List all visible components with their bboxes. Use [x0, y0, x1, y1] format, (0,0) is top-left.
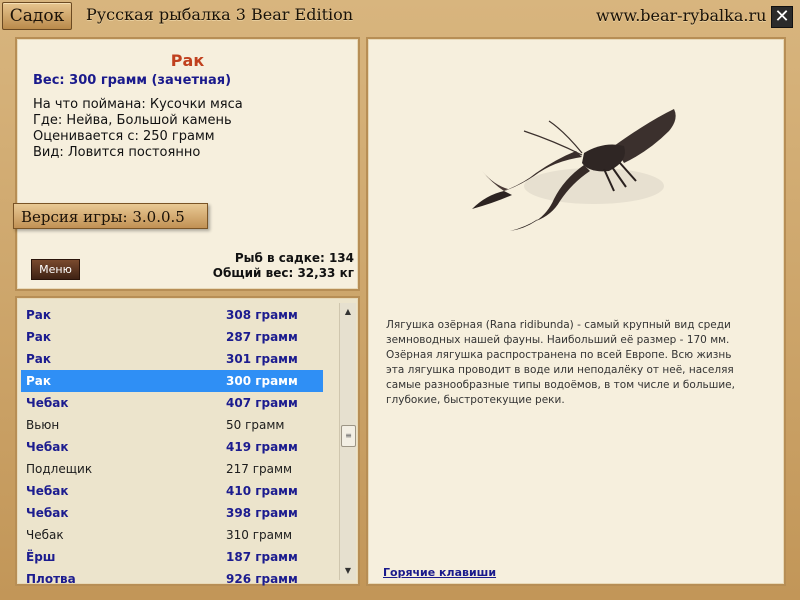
- list-item-weight: 217 грамм: [226, 462, 293, 476]
- list-item-name: Вьюн: [26, 418, 60, 432]
- list-item-name: Чебак: [26, 396, 69, 410]
- list-item-weight: 187 грамм: [226, 550, 298, 564]
- title-bar: Садок Русская рыбалка 3 Bear Edition www…: [0, 0, 800, 32]
- catch-info-panel: Рак Вес: 300 грамм (зачетная) На что пой…: [13, 37, 360, 291]
- list-item-weight: 419 грамм: [226, 440, 298, 454]
- list-item-name: Чебак: [26, 506, 69, 520]
- game-window: Садок Русская рыбалка 3 Bear Edition www…: [0, 0, 800, 600]
- list-item-weight: 410 грамм: [226, 484, 298, 498]
- list-item-name: Чебак: [26, 440, 69, 454]
- list-item[interactable]: Чебак 398 грамм: [21, 502, 323, 524]
- scroll-up-icon[interactable]: ▲: [341, 305, 355, 319]
- menu-button[interactable]: Меню: [31, 259, 80, 280]
- crayfish-illustration: [472, 109, 676, 231]
- fish-weight: Вес: 300 грамм (зачетная): [33, 73, 232, 88]
- list-item[interactable]: Чебак 407 грамм: [21, 392, 323, 414]
- version-plaque: Версия игры: 3.0.0.5: [13, 203, 208, 229]
- list-item[interactable]: Чебак 419 грамм: [21, 436, 323, 458]
- list-item-name: Подлещик: [26, 462, 93, 476]
- bait-info: На что поймана: Кусочки мяса: [33, 97, 243, 112]
- list-item[interactable]: Чебак 310 грамм: [21, 524, 323, 546]
- game-title: Русская рыбалка 3 Bear Edition: [86, 5, 354, 24]
- list-item[interactable]: Ёрш 187 грамм: [21, 546, 323, 568]
- list-item[interactable]: Рак 308 грамм: [21, 304, 323, 326]
- list-item-name: Рак: [26, 308, 52, 322]
- fish-count: Рыб в садке: 134: [234, 251, 354, 265]
- list-item-name: Чебак: [26, 484, 69, 498]
- list-item[interactable]: Плотва 926 грамм: [21, 568, 323, 590]
- scroll-thumb[interactable]: ≡: [341, 425, 356, 447]
- kind-info: Вид: Ловится постоянно: [33, 145, 201, 160]
- list-item[interactable]: Подлещик 217 грамм: [21, 458, 323, 480]
- list-item-name: Рак: [26, 330, 52, 344]
- list-item[interactable]: Рак 301 грамм: [21, 348, 323, 370]
- list-item[interactable]: Рак 287 грамм: [21, 326, 323, 348]
- site-url: www.bear-rybalka.ru: [596, 6, 767, 25]
- fish-name: Рак: [170, 51, 205, 70]
- close-icon[interactable]: ✕: [771, 6, 793, 28]
- list-item[interactable]: Чебак 410 грамм: [21, 480, 323, 502]
- list-item-weight: 310 грамм: [226, 528, 293, 542]
- list-item-weight: 50 грамм: [226, 418, 285, 432]
- list-item[interactable]: Рак 300 грамм: [21, 370, 323, 392]
- rating-info: Оценивается с: 250 грамм: [33, 129, 215, 144]
- location-info: Где: Нейва, Большой камень: [33, 113, 232, 128]
- list-scrollbar[interactable]: ▲ ≡ ▼: [339, 303, 356, 580]
- catch-list-panel: Рак 308 грамм Рак 287 грамм Рак 301 грамм Рак 3…: [15, 296, 360, 586]
- list-item-weight: 926 грамм: [226, 572, 298, 586]
- list-item-weight: 300 грамм: [226, 374, 298, 388]
- list-item-weight: 301 грамм: [226, 352, 298, 366]
- fish-description: Лягушка озёрная (Rana ridibunda) - самый…: [386, 319, 735, 406]
- list-item-name: Плотва: [26, 572, 76, 586]
- list-item-weight: 308 грамм: [226, 308, 298, 322]
- sadok-button[interactable]: Садок: [2, 2, 72, 30]
- list-item-name: Рак: [26, 374, 52, 388]
- catch-list: Рак 308 грамм Рак 287 грамм Рак 301 грамм Рак 3…: [21, 304, 323, 590]
- fish-image-panel: Лягушка озёрная (Rana ridibunda) - самый…: [366, 37, 786, 586]
- list-item-weight: 398 грамм: [226, 506, 298, 520]
- list-item-name: Рак: [26, 352, 52, 366]
- scroll-down-icon[interactable]: ▼: [341, 564, 355, 578]
- list-item-name: Чебак: [26, 528, 64, 542]
- total-weight: Общий вес: 32,33 кг: [212, 266, 354, 280]
- hotkeys-link[interactable]: Горячие клавиши: [383, 566, 496, 579]
- list-item[interactable]: Вьюн 50 грамм: [21, 414, 323, 436]
- list-item-name: Ёрш: [26, 550, 56, 564]
- list-item-weight: 287 грамм: [226, 330, 298, 344]
- list-item-weight: 407 грамм: [226, 396, 298, 410]
